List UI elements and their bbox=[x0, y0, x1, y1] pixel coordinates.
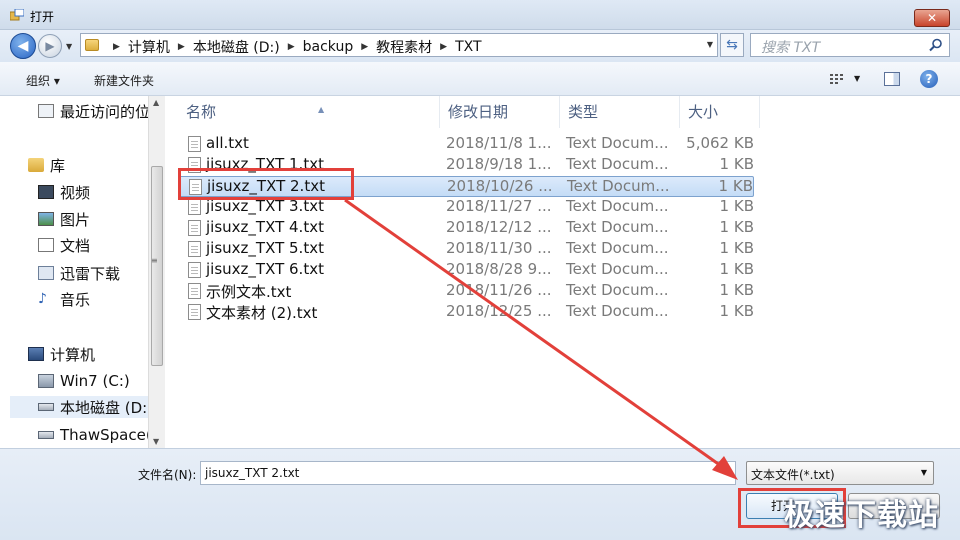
nav-item-downloads[interactable]: 迅雷下载 bbox=[38, 262, 120, 284]
navigation-pane: 最近访问的位 库 视频 图片 文档 迅雷下载 ♪ 音乐 计算机 Win7 (C:… bbox=[0, 96, 165, 448]
change-view-icon[interactable] bbox=[830, 74, 844, 84]
breadcrumb-item[interactable]: backup bbox=[303, 39, 354, 55]
selected-file-highlight bbox=[178, 168, 354, 200]
search-input[interactable]: 搜索 TXT bbox=[750, 33, 950, 57]
videos-icon bbox=[38, 185, 54, 199]
nav-item-libraries[interactable]: 库 bbox=[28, 154, 65, 176]
scrollbar-grip-icon: ≡ bbox=[151, 256, 158, 265]
breadcrumb-item[interactable]: 本地磁盘 (D:) bbox=[193, 37, 280, 57]
file-row[interactable]: 示例文本.txt 2018/11/26 ... Text Docum... 1 … bbox=[178, 281, 754, 302]
scroll-down-icon[interactable]: ▼ bbox=[153, 437, 159, 446]
nav-item-pictures[interactable]: 图片 bbox=[38, 208, 90, 230]
text-file-icon bbox=[188, 199, 201, 215]
drive-icon bbox=[38, 403, 54, 411]
text-file-icon bbox=[188, 241, 201, 257]
filename-field[interactable]: jisuxz_TXT 2.txt bbox=[200, 461, 736, 485]
window-title: 打开 bbox=[30, 10, 55, 24]
chevron-right-icon[interactable]: ▶ bbox=[361, 42, 368, 52]
text-file-icon bbox=[188, 304, 201, 320]
help-icon[interactable]: ? bbox=[920, 70, 938, 88]
nav-item-computer[interactable]: 计算机 bbox=[28, 343, 95, 365]
computer-icon bbox=[28, 347, 44, 361]
text-file-icon bbox=[188, 283, 201, 299]
chevron-down-icon: ▼ bbox=[920, 468, 927, 477]
drive-icon bbox=[38, 431, 54, 439]
recent-places-icon bbox=[38, 104, 54, 118]
recent-locations-dropdown[interactable]: ▼ bbox=[66, 42, 72, 51]
chevron-right-icon[interactable]: ▶ bbox=[440, 42, 447, 52]
nav-item-thawspace[interactable]: ThawSpace( bbox=[38, 424, 152, 446]
music-icon: ♪ bbox=[38, 291, 47, 307]
close-button[interactable]: ✕ bbox=[914, 9, 950, 27]
documents-icon bbox=[38, 238, 54, 252]
back-arrow-icon: ◀ bbox=[17, 38, 29, 54]
forward-button[interactable]: ▶ bbox=[38, 34, 62, 58]
refresh-icon: ⇆ bbox=[726, 37, 738, 53]
sort-ascending-icon: ▲ bbox=[318, 105, 325, 114]
file-row[interactable]: all.txt 2018/11/8 1... Text Docum... 5,0… bbox=[178, 134, 754, 155]
folder-icon bbox=[85, 39, 99, 51]
nav-item-music[interactable]: ♪ 音乐 bbox=[38, 288, 90, 310]
new-folder-button[interactable]: 新建文件夹 bbox=[94, 72, 154, 89]
back-button[interactable]: ◀ bbox=[10, 33, 36, 59]
refresh-button[interactable]: ⇆ bbox=[720, 33, 744, 57]
file-row[interactable]: jisuxz_TXT 4.txt 2018/12/12 ... Text Doc… bbox=[178, 218, 754, 239]
address-dropdown-icon[interactable]: ▼ bbox=[707, 40, 713, 49]
column-header-type[interactable]: 类型 bbox=[560, 96, 680, 128]
address-bar[interactable]: ▶ 计算机 ▶ 本地磁盘 (D:) ▶ backup ▶ 教程素材 ▶ TXT … bbox=[80, 33, 718, 57]
search-placeholder: 搜索 TXT bbox=[761, 40, 821, 56]
pictures-icon bbox=[38, 212, 54, 226]
file-list: 名称 ▲ 修改日期 类型 大小 all.txt 2018/11/8 1... T… bbox=[166, 96, 960, 448]
search-icon[interactable] bbox=[929, 38, 943, 52]
navigation-scrollbar[interactable]: ▲ ≡ ▼ bbox=[148, 96, 165, 448]
text-file-icon bbox=[188, 262, 201, 278]
breadcrumb: ▶ 计算机 ▶ 本地磁盘 (D:) ▶ backup ▶ 教程素材 ▶ TXT bbox=[105, 37, 482, 57]
breadcrumb-item[interactable]: TXT bbox=[455, 39, 481, 55]
file-row[interactable]: jisuxz_TXT 5.txt 2018/11/30 ... Text Doc… bbox=[178, 239, 754, 260]
address-row: ◀ ▶ ▼ ▶ 计算机 ▶ 本地磁盘 (D:) ▶ backup ▶ 教程素材 … bbox=[0, 30, 960, 62]
breadcrumb-item[interactable]: 计算机 bbox=[128, 37, 170, 57]
download-folder-icon bbox=[38, 266, 54, 280]
title-bar: 打开 ✕ bbox=[0, 0, 960, 30]
nav-item-drive-c[interactable]: Win7 (C:) bbox=[38, 370, 130, 392]
file-row[interactable]: 文本素材 (2).txt 2018/12/25 ... Text Docum..… bbox=[178, 302, 754, 323]
nav-item-videos[interactable]: 视频 bbox=[38, 181, 90, 203]
libraries-icon bbox=[28, 158, 44, 172]
organize-button[interactable]: 组织 ▾ bbox=[26, 72, 60, 89]
dialog-app-icon bbox=[10, 9, 24, 21]
text-file-icon bbox=[188, 136, 201, 152]
view-options-dropdown[interactable]: ▼ bbox=[854, 74, 860, 83]
chevron-right-icon[interactable]: ▶ bbox=[113, 42, 120, 52]
system-drive-icon bbox=[38, 374, 54, 388]
chevron-right-icon[interactable]: ▶ bbox=[288, 42, 295, 52]
column-header-date[interactable]: 修改日期 bbox=[440, 96, 560, 128]
nav-item-drive-d[interactable]: 本地磁盘 (D: bbox=[10, 396, 150, 418]
command-bar: 组织 ▾ 新建文件夹 ▼ ? bbox=[0, 62, 960, 96]
nav-item-documents[interactable]: 文档 bbox=[38, 234, 90, 256]
nav-item-recent[interactable]: 最近访问的位 bbox=[38, 100, 150, 122]
column-header-name[interactable]: 名称 ▲ bbox=[178, 96, 440, 128]
watermark-text: 极速下载站 bbox=[784, 498, 939, 533]
column-header-size[interactable]: 大小 bbox=[680, 96, 760, 128]
file-row[interactable]: jisuxz_TXT 3.txt 2018/11/27 ... Text Doc… bbox=[178, 197, 754, 218]
forward-arrow-icon: ▶ bbox=[45, 39, 55, 53]
text-file-icon bbox=[188, 220, 201, 236]
filetype-select[interactable]: 文本文件(*.txt) ▼ bbox=[746, 461, 934, 485]
preview-pane-icon[interactable] bbox=[884, 72, 900, 86]
chevron-right-icon[interactable]: ▶ bbox=[178, 42, 185, 52]
scrollbar-thumb[interactable] bbox=[151, 166, 163, 366]
filename-label: 文件名(N): bbox=[138, 468, 197, 482]
breadcrumb-item[interactable]: 教程素材 bbox=[376, 37, 432, 57]
file-row[interactable]: jisuxz_TXT 6.txt 2018/8/28 9... Text Doc… bbox=[178, 260, 754, 281]
scroll-up-icon[interactable]: ▲ bbox=[153, 98, 159, 107]
